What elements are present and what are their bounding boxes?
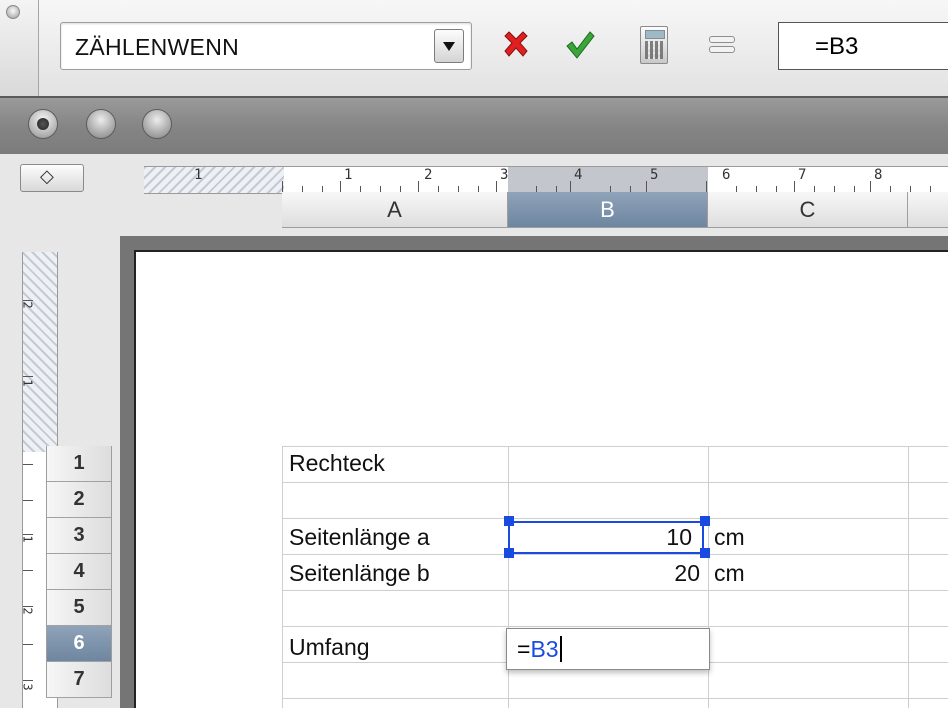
reference-selection[interactable]	[508, 521, 704, 554]
cell-a3[interactable]: Seitenlänge a	[289, 524, 430, 551]
ruler-number: 1	[194, 167, 203, 183]
row-header-3[interactable]: 3	[46, 518, 112, 554]
row-header-2[interactable]: 2	[46, 482, 112, 518]
cell-a6[interactable]: Umfang	[289, 634, 370, 661]
text-caret	[559, 636, 562, 662]
column-header-b[interactable]: B	[508, 192, 708, 228]
cell-c4[interactable]: cm	[714, 560, 745, 587]
minimize-window-button[interactable]	[86, 109, 116, 139]
function-dropdown[interactable]: ZÄHLENWENN	[60, 22, 472, 70]
cell-a1[interactable]: Rechteck	[289, 450, 385, 477]
accept-icon	[566, 31, 595, 59]
selection-handle[interactable]	[700, 516, 710, 526]
zoom-window-button[interactable]	[142, 109, 172, 139]
ruler-number: 4	[574, 167, 583, 183]
equals-icon	[709, 36, 735, 54]
ruler-number: 3	[22, 683, 35, 691]
ruler-number: 1	[344, 167, 353, 183]
column-header-d[interactable]	[908, 192, 948, 228]
cell-c3[interactable]: cm	[714, 524, 745, 551]
ruler-number: 2	[424, 167, 433, 183]
formula-toolbar: ZÄHLENWENN =B3	[0, 0, 948, 97]
ruler-number: 1	[22, 535, 35, 543]
ruler-number: 2	[22, 607, 35, 615]
ruler-number: 7	[798, 167, 807, 183]
sheet-corner-button[interactable]: ◇	[20, 164, 84, 192]
cell-editor[interactable]: =B3	[506, 628, 710, 670]
function-name: ZÄHLENWENN	[75, 34, 240, 60]
formula-input[interactable]: =B3	[778, 22, 948, 70]
row-header-6[interactable]: 6	[46, 626, 112, 662]
equals-button[interactable]	[702, 22, 742, 68]
cell-editor-text: =B3	[517, 636, 562, 663]
column-header-a[interactable]: A	[282, 192, 508, 228]
selection-handle[interactable]	[504, 516, 514, 526]
ruler-number: 2	[22, 301, 35, 309]
formula-text: =B3	[815, 33, 859, 60]
editor-reference: B3	[530, 636, 559, 662]
ruler-number: 8	[874, 167, 883, 183]
formula-calculator-button[interactable]	[634, 22, 674, 68]
selection-handle[interactable]	[700, 548, 710, 558]
close-window-button[interactable]	[28, 109, 58, 139]
ruler-number: 3	[500, 167, 509, 183]
window-dot-icon	[6, 5, 20, 19]
row-header-4[interactable]: 4	[46, 554, 112, 590]
ruler-number: 1	[22, 379, 35, 387]
editor-prefix: =	[517, 636, 531, 662]
row-header-5[interactable]: 5	[46, 590, 112, 626]
cancel-icon	[504, 31, 528, 57]
cancel-button[interactable]	[496, 22, 536, 68]
accept-button[interactable]	[560, 22, 600, 68]
row-header-1[interactable]: 1	[46, 446, 112, 482]
row-header-7[interactable]: 7	[46, 662, 112, 698]
diamond-icon: ◇	[40, 166, 54, 186]
calculator-icon	[640, 26, 668, 64]
column-header-c[interactable]: C	[708, 192, 908, 228]
dropdown-arrow-icon[interactable]	[434, 29, 464, 63]
ruler-number: 6	[722, 167, 731, 183]
cell-b4[interactable]: 20	[512, 560, 700, 587]
cell-a4[interactable]: Seitenlänge b	[289, 560, 430, 587]
horizontal-ruler[interactable]: 1 1 2 3 4 5 6 7 8	[144, 166, 948, 194]
ruler-number: 5	[650, 167, 659, 183]
selection-handle[interactable]	[504, 548, 514, 558]
